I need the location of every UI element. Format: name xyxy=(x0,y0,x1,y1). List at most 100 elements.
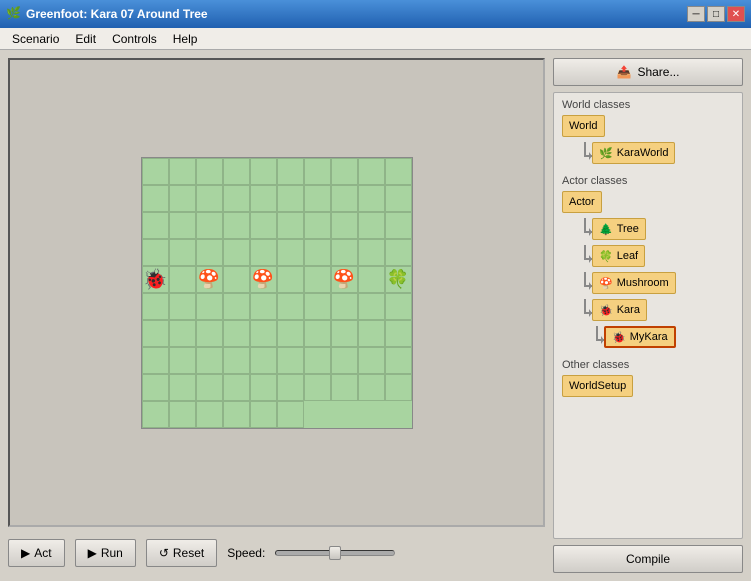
connector-mushroom-icon xyxy=(578,272,592,294)
menu-scenario[interactable]: Scenario xyxy=(4,30,67,48)
grid-cell xyxy=(223,239,250,266)
grid-cell xyxy=(385,212,412,239)
grid-cell xyxy=(142,158,169,185)
grid-cell xyxy=(250,347,277,374)
grid-cell xyxy=(250,185,277,212)
close-button[interactable]: ✕ xyxy=(727,6,745,22)
grid-cell xyxy=(331,293,358,320)
grid-cell xyxy=(304,158,331,185)
grid-cell xyxy=(385,347,412,374)
mykara-icon: 🐞 xyxy=(612,331,626,344)
grid-cell xyxy=(304,293,331,320)
class-box-world[interactable]: World xyxy=(562,115,605,137)
grid-cell xyxy=(358,347,385,374)
grid-cell xyxy=(331,158,358,185)
grid-cell xyxy=(169,266,196,293)
grid-cell xyxy=(196,374,223,401)
grid-cell xyxy=(223,374,250,401)
minimize-button[interactable]: ─ xyxy=(687,6,705,22)
tree-row-leaf: 🍀 Leaf xyxy=(578,245,734,267)
grid-cell xyxy=(277,239,304,266)
connector-leaf-icon xyxy=(578,245,592,267)
grid-cell xyxy=(169,158,196,185)
grid-cell xyxy=(331,185,358,212)
grid-cell xyxy=(142,266,169,293)
class-box-mushroom[interactable]: 🍄 Mushroom xyxy=(592,272,676,294)
menu-help[interactable]: Help xyxy=(165,30,206,48)
grid-area: 🐞 🍄 🍄 🍄 🍀 xyxy=(141,157,413,429)
grid-cell xyxy=(304,374,331,401)
actor-class-tree: Actor 🌲 Tree xyxy=(562,191,734,351)
menu-controls[interactable]: Controls xyxy=(104,30,165,48)
grid-cell xyxy=(169,320,196,347)
grid-cell xyxy=(385,158,412,185)
app-icon: 🌿 xyxy=(6,6,22,22)
run-icon: ▶ xyxy=(88,546,97,560)
grid-cell xyxy=(277,158,304,185)
grid-cell xyxy=(142,374,169,401)
grid-cell xyxy=(223,212,250,239)
mushroom-icon: 🍄 xyxy=(599,277,613,290)
share-button[interactable]: 📤 Share... xyxy=(553,58,743,86)
kara-icon: 🐞 xyxy=(599,304,613,317)
main-content: 🐞 🍄 🍄 🍄 🍀 ▶ Act ▶ Run xyxy=(0,50,751,581)
grid-cell xyxy=(331,212,358,239)
class-box-actor[interactable]: Actor xyxy=(562,191,602,213)
connector-mykara-icon xyxy=(590,326,604,348)
grid-cell xyxy=(331,320,358,347)
class-box-worldsetup[interactable]: WorldSetup xyxy=(562,375,633,397)
grid-cell xyxy=(277,320,304,347)
leaf-icon: 🍀 xyxy=(599,250,613,263)
speed-thumb[interactable] xyxy=(329,546,341,560)
grid-cell xyxy=(277,401,304,428)
grid-cell xyxy=(358,293,385,320)
grid-cell xyxy=(277,347,304,374)
class-box-karaworld[interactable]: 🌿 KaraWorld xyxy=(592,142,675,164)
grid-cell xyxy=(385,374,412,401)
worldsetup-label: WorldSetup xyxy=(569,380,626,392)
grid-cell xyxy=(385,185,412,212)
grid-cell xyxy=(223,347,250,374)
reset-button[interactable]: ↺ Reset xyxy=(146,539,217,567)
actor-classes-label: Actor classes xyxy=(562,175,734,187)
grid-cell xyxy=(358,239,385,266)
compile-button[interactable]: Compile xyxy=(553,545,743,573)
class-box-leaf[interactable]: 🍀 Leaf xyxy=(592,245,645,267)
speed-label: Speed: xyxy=(227,546,265,560)
grid-cell xyxy=(142,401,169,428)
class-box-mykara[interactable]: 🐞 MyKara xyxy=(604,326,676,348)
grid-cell xyxy=(304,239,331,266)
connector-kara-icon xyxy=(578,299,592,321)
grid-cell xyxy=(196,347,223,374)
run-button[interactable]: ▶ Run xyxy=(75,539,136,567)
grid-cell xyxy=(277,185,304,212)
grid-cell xyxy=(223,320,250,347)
menu-bar: Scenario Edit Controls Help xyxy=(0,28,751,50)
grid-cell xyxy=(385,239,412,266)
act-button[interactable]: ▶ Act xyxy=(8,539,65,567)
grid-cell xyxy=(250,158,277,185)
act-icon: ▶ xyxy=(21,546,30,560)
class-box-tree[interactable]: 🌲 Tree xyxy=(592,218,646,240)
actor-label: Actor xyxy=(569,196,595,208)
grid-cell xyxy=(169,212,196,239)
tree-row-kara: 🐞 Kara xyxy=(578,299,734,321)
grid-cell xyxy=(358,212,385,239)
grid-cell xyxy=(385,320,412,347)
grid-cell xyxy=(250,293,277,320)
grid-cell xyxy=(277,293,304,320)
grid-cell xyxy=(304,266,331,293)
leaf-label: Leaf xyxy=(617,250,638,262)
grid-cell xyxy=(169,401,196,428)
menu-edit[interactable]: Edit xyxy=(67,30,104,48)
grid-cell xyxy=(142,347,169,374)
grid-cell xyxy=(277,212,304,239)
class-box-kara[interactable]: 🐞 Kara xyxy=(592,299,647,321)
speed-slider[interactable] xyxy=(275,550,395,556)
maximize-button[interactable]: □ xyxy=(707,6,725,22)
title-bar: 🌿 Greenfoot: Kara 07 Around Tree ─ □ ✕ xyxy=(0,0,751,28)
grid-cell xyxy=(277,374,304,401)
tree-label: Tree xyxy=(617,223,639,235)
grid-cell xyxy=(223,185,250,212)
other-classes-label: Other classes xyxy=(562,359,734,371)
